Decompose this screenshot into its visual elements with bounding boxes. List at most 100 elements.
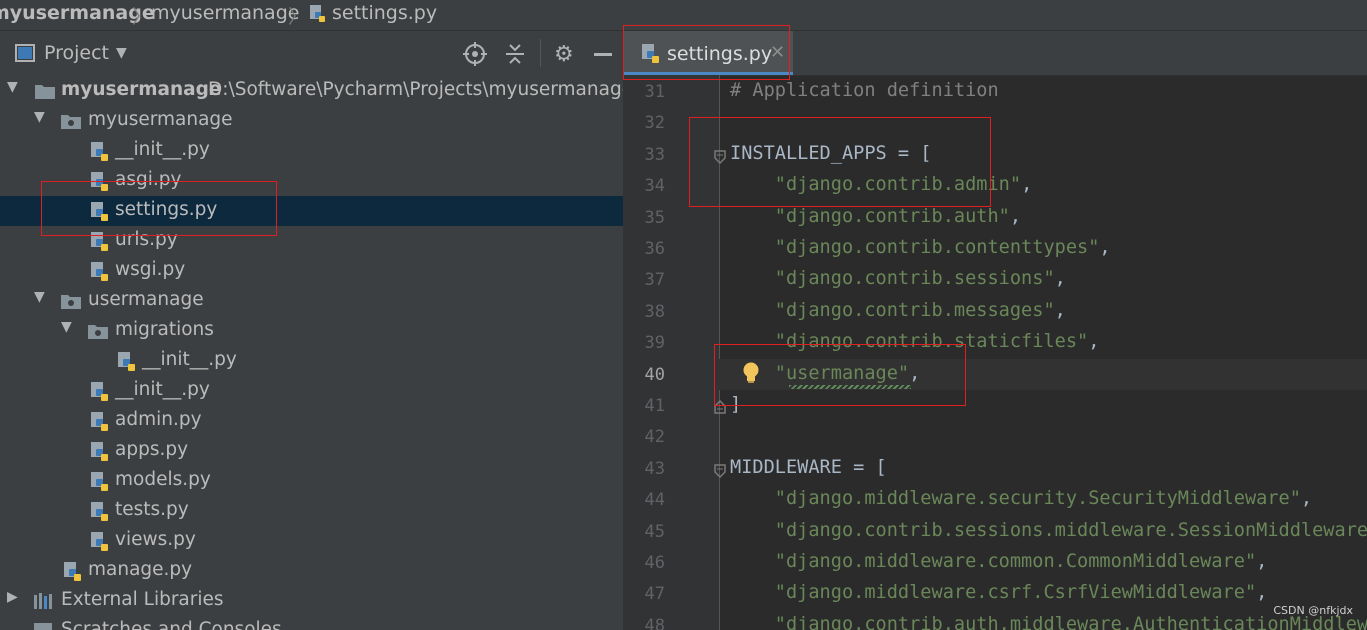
tree-item-scratches[interactable]: Scratches and Consoles (0, 616, 623, 630)
code-line[interactable]: "django.contrib.sessions", (730, 268, 1066, 289)
code-token: , (909, 362, 921, 384)
tree-label: tests.py (115, 499, 189, 520)
tree-label: __init__.py (115, 139, 210, 160)
close-icon[interactable]: ✕ (770, 42, 785, 63)
code-line[interactable]: "django.middleware.csrf.CsrfViewMiddlewa… (730, 582, 1268, 604)
code-line[interactable]: "django.contrib.auth", (730, 206, 1021, 227)
tree-item-external-libraries[interactable]: ▶ External Libraries (0, 586, 623, 616)
line-number: 36 (644, 239, 665, 259)
breadcrumb-separator: 〉 (288, 6, 308, 28)
expand-arrow-icon[interactable]: ▼ (7, 79, 18, 95)
python-file-icon (90, 532, 110, 557)
tree-label: wsgi.py (115, 259, 186, 280)
collapse-all-icon[interactable] (504, 43, 526, 69)
tree-item-root-project[interactable]: ▼ myusermanage D:\Software\Pycharm\Proje… (0, 76, 623, 106)
chevron-down-icon[interactable]: ▼ (116, 45, 127, 61)
code-line[interactable]: "django.contrib.contenttypes", (730, 237, 1111, 258)
python-file-icon (90, 382, 110, 407)
line-number: 48 (644, 615, 665, 630)
gear-icon[interactable]: ⚙ (554, 42, 574, 67)
line-number: 43 (644, 458, 665, 479)
tree-item-file[interactable]: wsgi.py (0, 256, 623, 286)
breadcrumb-file[interactable]: settings.py (332, 2, 437, 24)
python-file-icon (90, 442, 110, 467)
lightbulb-icon[interactable] (741, 361, 761, 389)
breadcrumb-folder[interactable]: myusermanage (151, 2, 299, 24)
code-line[interactable]: "django.contrib.sessions.middleware.Sess… (730, 520, 1367, 541)
minimize-icon[interactable] (594, 53, 612, 56)
fold-marker-icon[interactable] (714, 463, 726, 482)
tree-item-file[interactable]: __init__.py (0, 376, 623, 406)
tree-item-file[interactable]: apps.py (0, 436, 623, 466)
tree-item-file[interactable]: asgi.py (0, 166, 623, 196)
code-line[interactable]: "django.contrib.staticfiles", (730, 331, 1100, 352)
code-line[interactable]: "django.contrib.admin", (730, 174, 1032, 195)
code-line[interactable]: "django.middleware.security.SecurityMidd… (730, 488, 1312, 509)
tree-item-package-usermanage[interactable]: ▼ usermanage (0, 286, 623, 316)
tree-item-file[interactable]: views.py (0, 526, 623, 556)
code-line[interactable]: "django.middleware.common.CommonMiddlewa… (730, 551, 1268, 572)
scratches-icon (33, 622, 53, 630)
project-view-title[interactable]: Project (44, 42, 109, 64)
line-number: 41 (644, 396, 665, 416)
locate-icon[interactable] (463, 42, 487, 70)
code-line[interactable]: "django.contrib.auth.middleware.Authenti… (730, 614, 1367, 630)
code-editor[interactable]: settings.py ✕ # Application definition IN… (623, 31, 1367, 630)
package-folder-icon (60, 292, 82, 315)
code-token: MIDDLEWARE = [ (730, 456, 887, 478)
code-line[interactable]: ] (730, 394, 741, 415)
code-line[interactable]: "django.contrib.messages", (730, 300, 1066, 321)
fold-marker-icon[interactable] (714, 399, 726, 418)
code-line[interactable]: INSTALLED_APPS = [ (730, 143, 932, 164)
tree-label: models.py (115, 469, 211, 490)
line-number: 35 (644, 207, 665, 228)
code-line[interactable]: # Application definition (730, 80, 999, 101)
code-token: , (1021, 174, 1033, 196)
string-token: "usermanage" (774, 362, 910, 384)
tree-label: urls.py (115, 229, 178, 250)
expand-arrow-icon[interactable]: ▼ (34, 109, 45, 125)
tab-settings-py[interactable]: settings.py ✕ (623, 31, 793, 75)
tree-item-file[interactable]: admin.py (0, 406, 623, 436)
code-line[interactable]: MIDDLEWARE = [ (730, 457, 887, 478)
tree-item-package-myusermanage[interactable]: ▼ myusermanage (0, 106, 623, 136)
tree-item-file[interactable]: manage.py (0, 556, 623, 586)
breadcrumb: myusermanage 〉 myusermanage 〉 settings.p… (0, 0, 1367, 31)
tree-item-file[interactable]: models.py (0, 466, 623, 496)
line-number: 44 (644, 490, 665, 511)
tree-item-file[interactable]: urls.py (0, 226, 623, 256)
python-file-icon (90, 412, 110, 437)
tree-item-file[interactable]: __init__.py (0, 136, 623, 166)
code-token: , (1256, 551, 1268, 572)
string-token: "django.contrib.admin" (774, 174, 1022, 196)
toolbar-divider (540, 39, 541, 67)
collapse-arrow-icon[interactable]: ▶ (7, 589, 18, 605)
expand-arrow-icon[interactable]: ▼ (34, 289, 45, 305)
expand-arrow-icon[interactable]: ▼ (61, 319, 72, 335)
string-token: "django.contrib.sessions.middleware.Sess… (774, 519, 1367, 541)
fold-marker-icon[interactable] (714, 149, 726, 168)
python-file-icon (117, 352, 137, 377)
tree-label: Scratches and Consoles (61, 619, 282, 630)
tree-label: __init__.py (142, 349, 237, 370)
tree-item-file[interactable]: tests.py (0, 496, 623, 526)
tree-item-file-selected[interactable]: settings.py (0, 196, 623, 226)
python-file-icon (641, 44, 661, 68)
tree-item-file[interactable]: __init__.py (0, 346, 623, 376)
code-token: , (1300, 488, 1313, 510)
string-token: "django.contrib.auth" (774, 205, 1010, 227)
tree-item-package-migrations[interactable]: ▼ migrations (0, 316, 623, 346)
spellcheck-squiggle (789, 385, 911, 389)
line-number: 42 (644, 427, 665, 448)
code-token: , (1256, 582, 1268, 604)
watermark: CSDN @nfkjdx (1273, 604, 1353, 617)
editor-tab-bar: settings.py ✕ (623, 31, 1367, 76)
